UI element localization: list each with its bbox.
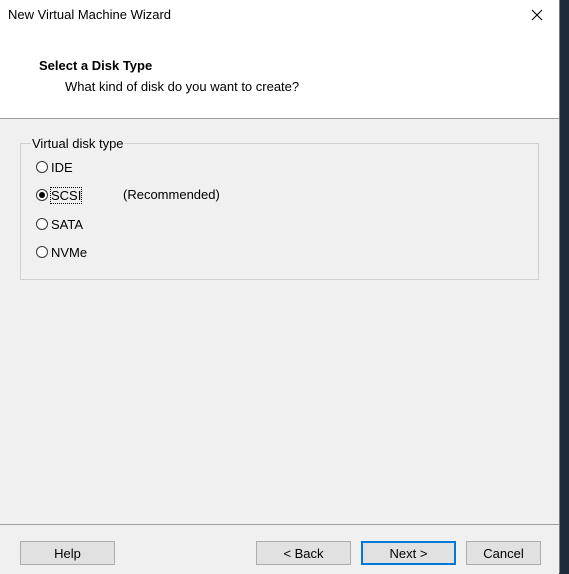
- radio-label: SCSI: [49, 186, 83, 204]
- radio-label: SATA: [51, 216, 84, 232]
- close-icon: [531, 9, 543, 21]
- radio-option-nvme[interactable]: NVMe: [36, 243, 87, 261]
- radio-label: IDE: [51, 159, 73, 175]
- radio-option-sata[interactable]: SATA: [36, 215, 83, 233]
- page-title: Select a Disk Type: [39, 58, 153, 73]
- radio-label: NVMe: [51, 244, 88, 260]
- wizard-window: New Virtual Machine Wizard Select a Disk…: [0, 0, 560, 574]
- close-button[interactable]: [515, 0, 559, 30]
- group-legend: Virtual disk type: [32, 136, 124, 151]
- disk-type-group: Virtual disk type: [20, 136, 539, 280]
- radio-option-scsi[interactable]: SCSI: [36, 186, 83, 204]
- radio-option-ide[interactable]: IDE: [36, 158, 73, 176]
- radio-button[interactable]: [36, 161, 48, 173]
- radio-button[interactable]: [36, 218, 48, 230]
- window-title: New Virtual Machine Wizard: [8, 7, 172, 22]
- recommended-note: (Recommended): [123, 187, 220, 202]
- help-button[interactable]: Help: [20, 541, 115, 565]
- title-bar: New Virtual Machine Wizard: [0, 0, 559, 30]
- button-bar: Help < Back Next > Cancel: [0, 524, 559, 574]
- radio-button[interactable]: [36, 246, 48, 258]
- radio-button[interactable]: [36, 189, 48, 201]
- page-subtitle: What kind of disk do you want to create?: [65, 79, 300, 94]
- cancel-button[interactable]: Cancel: [466, 541, 541, 565]
- back-button[interactable]: < Back: [256, 541, 351, 565]
- wizard-header: Select a Disk Type What kind of disk do …: [0, 30, 559, 119]
- next-button[interactable]: Next >: [361, 541, 456, 565]
